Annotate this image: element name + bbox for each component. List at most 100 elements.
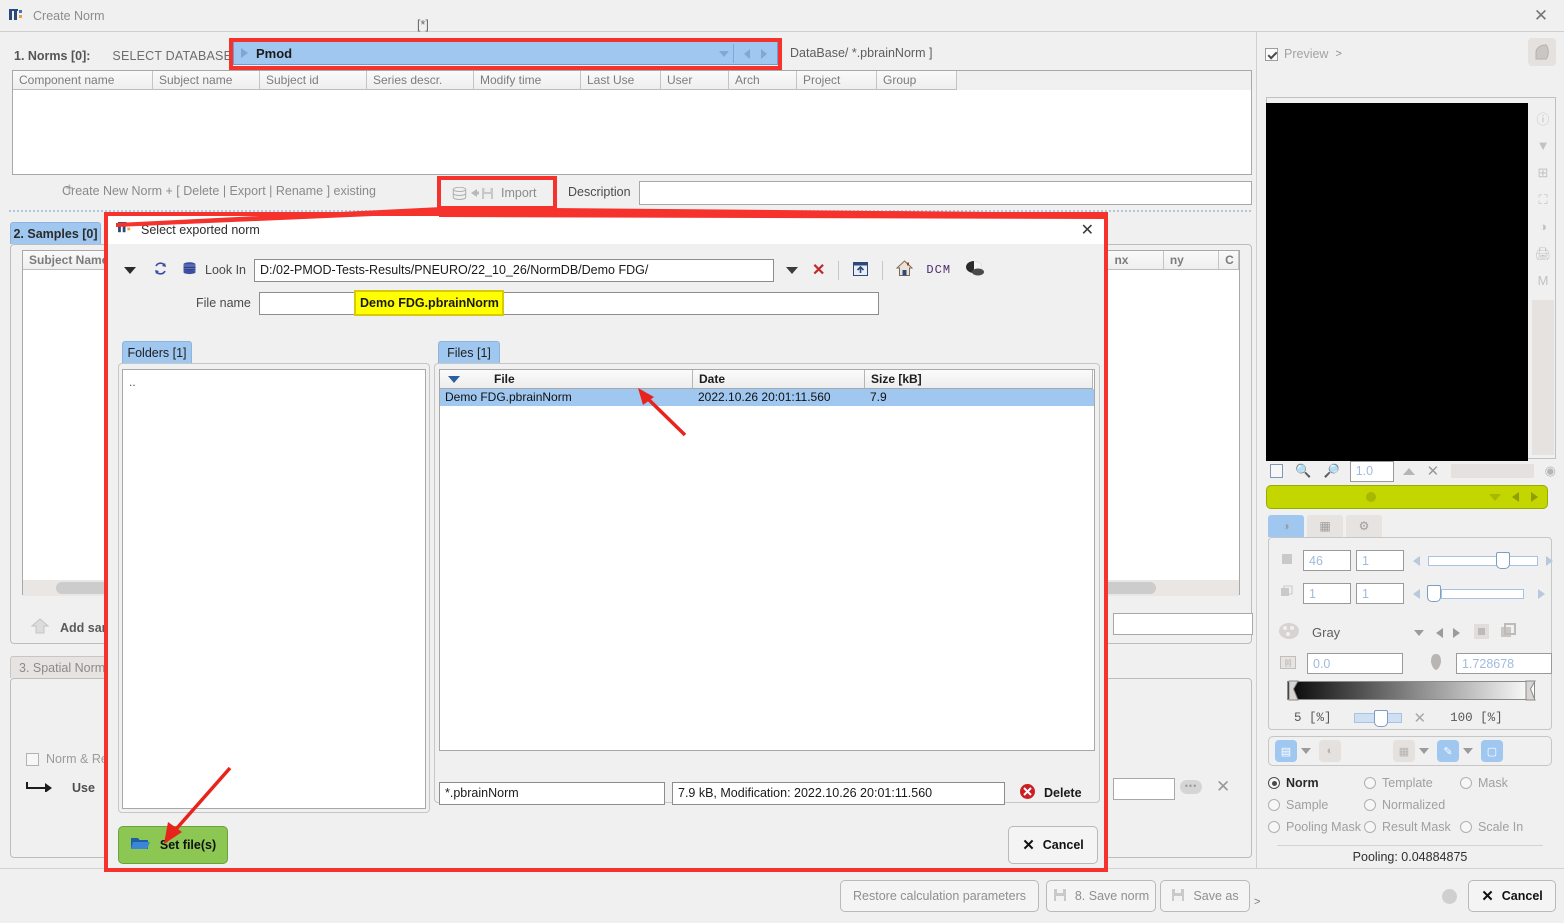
colortable-copy-icon[interactable] [1500,622,1518,643]
samples-column-header[interactable]: nx [1108,251,1164,270]
radio-template[interactable]: Template [1364,776,1460,790]
radio-normalized[interactable]: Normalized [1364,798,1460,812]
file-name-highlight[interactable]: Demo FDG.pbrainNorm [354,290,504,316]
path-dropdown-icon[interactable] [786,266,799,274]
preview-vertical-scrollbar[interactable] [1532,300,1554,455]
samples-extra-input[interactable] [1113,613,1253,635]
delete-label[interactable]: Delete [1044,786,1082,800]
save-options-chevron[interactable]: > [1254,896,1260,908]
tab-layout[interactable]: ▦ [1307,515,1343,537]
radio-result-mask[interactable]: Result Mask [1364,820,1460,834]
slice-b-slider-knob[interactable] [1427,585,1441,602]
preview-image[interactable] [1266,103,1528,461]
info-icon[interactable]: ⓘ [1530,105,1556,132]
preview-checkbox[interactable]: Preview > [1265,47,1342,61]
set-files-button[interactable]: Set file(s) [118,826,228,864]
chevron-down-icon[interactable] [719,51,729,57]
radio-sample[interactable]: Sample [1268,798,1364,812]
spatial-input[interactable] [1113,778,1175,800]
progress-bar[interactable] [1266,485,1548,509]
slice-a-next-icon[interactable] [1546,555,1553,566]
slice-a-slider[interactable] [1428,555,1538,566]
more-options-icon[interactable]: ••• [1180,780,1202,794]
prev-database-icon[interactable] [744,49,750,59]
slice-a-slider-knob[interactable] [1496,552,1510,569]
history-dropdown-icon[interactable] [124,266,136,274]
radio-pooling-mask[interactable]: Pooling Mask [1268,820,1364,834]
norms-column-header[interactable]: User [661,71,729,90]
clear-icon[interactable]: ✕ [1216,778,1230,795]
marker-m-icon[interactable]: M [1530,267,1556,294]
dialog-cancel-button[interactable]: ✕ Cancel [1008,826,1098,864]
next-database-icon[interactable] [761,49,767,59]
description-input[interactable] [639,181,1252,205]
range-min-input[interactable]: 0.0 [1307,653,1403,674]
delete-icon[interactable] [1019,783,1036,803]
norms-column-header[interactable]: Arch [729,71,797,90]
norms-column-header[interactable]: Group [877,71,957,90]
progress-handle[interactable] [1366,492,1376,502]
create-new-norm-label[interactable]: Create New Norm + [ Delete | Export | Re… [62,184,376,198]
dcm-icon[interactable]: DCM [926,263,951,277]
layout-dropdown-icon[interactable] [1301,748,1311,754]
database-icon[interactable] [182,262,197,278]
norms-column-header[interactable]: Project [797,71,877,90]
tab-contrast[interactable]: ◑ [1268,515,1304,537]
restore-calculation-parameters-button[interactable]: Restore calculation parameters [840,880,1039,912]
zoom-value-input[interactable]: 1.0 [1349,460,1394,482]
zoom-reset-icon[interactable]: ✕ [1427,462,1440,480]
colortable-edit-icon[interactable] [1473,623,1490,643]
files-column-header[interactable]: File [440,370,693,389]
layout-grid-icon[interactable]: ▤ [1275,740,1297,762]
zoom-out-icon[interactable]: 🔎 [1324,463,1340,479]
close-icon[interactable]: ✕ [1081,220,1094,240]
norms-column-header[interactable]: Series descr. [367,71,474,90]
folder-list-item[interactable]: .. [129,375,425,389]
select-region-icon[interactable] [1270,464,1284,478]
chevron-down-icon[interactable]: ▼ [1530,132,1556,159]
slice-a-index-input[interactable]: 1 [1356,550,1404,571]
slice-a-prev-icon[interactable] [1413,555,1420,566]
file-name-input[interactable] [258,291,879,315]
progress-next-icon[interactable] [1531,492,1538,502]
colortable-prev-icon[interactable] [1436,627,1444,638]
align-icon[interactable]: ⊞ [1530,159,1556,186]
files-column-header[interactable]: Size [kB] [865,370,1093,389]
slice-b-value-input[interactable]: 1 [1303,583,1351,604]
sort-desc-icon[interactable] [448,375,460,383]
files-column-header[interactable]: Date [693,370,865,389]
camera-icon[interactable]: ◉ [1545,463,1556,479]
norms-column-header[interactable]: Modify time [474,71,581,90]
colorbar-low-handle[interactable] [1288,680,1299,701]
percent-slider-knob[interactable] [1373,709,1388,727]
fusion-icon[interactable]: ◐ [1319,740,1341,762]
look-in-path-input[interactable]: D:/02-PMOD-Tests-Results/PNEURO/22_10_26… [254,258,775,282]
norms-column-header[interactable]: Subject name [153,71,260,90]
radio-mask[interactable]: Mask [1460,776,1530,790]
threshold-icon[interactable] [1429,653,1443,674]
colorbar-high-handle[interactable] [1525,680,1536,701]
database-combobox[interactable]: Pmod [233,41,778,65]
folders-list[interactable]: .. [122,369,426,809]
norms-column-header[interactable]: Subject id [260,71,367,90]
zoom-up-icon[interactable] [1402,467,1415,475]
slice-b-next-icon[interactable] [1538,588,1545,599]
status-dot-icon[interactable] [1442,889,1457,904]
head-view-button[interactable] [1528,38,1556,66]
grid-dropdown-icon[interactable] [1419,748,1429,754]
tab-files[interactable]: Files [1] [438,341,500,363]
slice-b-slider[interactable] [1441,588,1524,599]
slice-b-prev-icon[interactable] [1413,588,1420,599]
percent-reset-icon[interactable]: ✕ [1414,709,1427,727]
contrast-icon[interactable]: ◑ [1530,213,1556,240]
use-row[interactable]: Use [26,780,95,795]
norms-column-header[interactable]: Last Use [581,71,661,90]
close-icon[interactable]: ✕ [1532,7,1550,25]
zoom-in-icon[interactable]: 🔍 [1295,463,1311,479]
colorbar[interactable] [1287,681,1535,700]
fit-icon[interactable]: ⛶ [1530,186,1556,213]
norms-column-header[interactable]: Component name [13,71,153,90]
tab-folders[interactable]: Folders [1] [122,341,192,363]
refresh-icon[interactable] [153,261,168,280]
files-table[interactable]: File Date Size [kB] Demo FDG.pbrainNorm 202… [439,369,1095,751]
